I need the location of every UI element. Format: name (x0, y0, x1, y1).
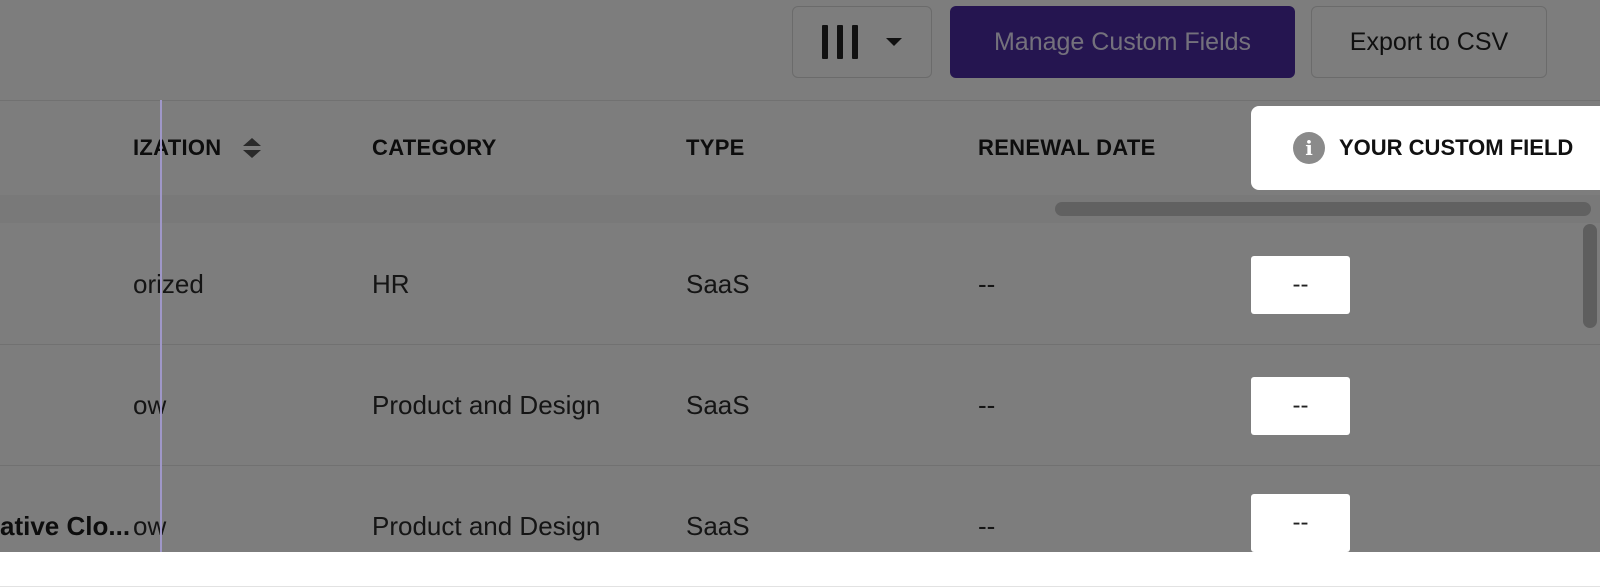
frozen-column-divider (160, 100, 162, 552)
manage-custom-fields-button[interactable]: Manage Custom Fields (950, 6, 1295, 78)
organization-cell: orized (133, 268, 204, 299)
category-cell: HR (372, 268, 410, 299)
category-cell: Product and Design (372, 510, 601, 541)
custom-field-input[interactable]: -- (1251, 494, 1350, 552)
export-csv-button[interactable]: Export to CSV (1311, 6, 1547, 78)
table-row[interactable]: orized HR SaaS -- (0, 224, 1600, 345)
column-header-renewal-date: RENEWAL DATE (978, 135, 1156, 160)
custom-field-input[interactable]: -- (1251, 256, 1350, 314)
chevron-down-icon (886, 38, 902, 46)
column-header-type: TYPE (686, 135, 745, 160)
column-header-label: YOUR CUSTOM FIELD (1339, 135, 1574, 160)
vendor-name-cell[interactable]: ative Clo... (0, 466, 130, 586)
sort-icon[interactable] (243, 138, 262, 158)
columns-icon (822, 25, 858, 59)
renewal-date-cell: -- (978, 510, 996, 541)
column-picker-button[interactable] (792, 6, 932, 78)
type-cell: SaaS (686, 268, 750, 299)
info-icon[interactable]: i (1293, 132, 1325, 164)
renewal-date-cell: -- (978, 268, 996, 299)
column-header-custom-field[interactable]: i YOUR CUSTOM FIELD (1251, 106, 1600, 190)
table-row[interactable]: ative Clo... ow Product and Design SaaS … (0, 466, 1600, 587)
app-page: Manage Custom Fields Export to CSV IZATI… (0, 0, 1600, 587)
category-cell: Product and Design (372, 389, 601, 420)
table-row[interactable]: ow Product and Design SaaS -- (0, 345, 1600, 466)
column-header-label: IZATION (133, 135, 222, 160)
column-header-category: CATEGORY (372, 135, 497, 160)
column-header-organization[interactable]: IZATION (133, 101, 262, 195)
horizontal-scrollbar[interactable] (1055, 202, 1591, 216)
type-cell: SaaS (686, 510, 750, 541)
custom-field-input[interactable]: -- (1251, 377, 1350, 435)
renewal-date-cell: -- (978, 389, 996, 420)
type-cell: SaaS (686, 389, 750, 420)
